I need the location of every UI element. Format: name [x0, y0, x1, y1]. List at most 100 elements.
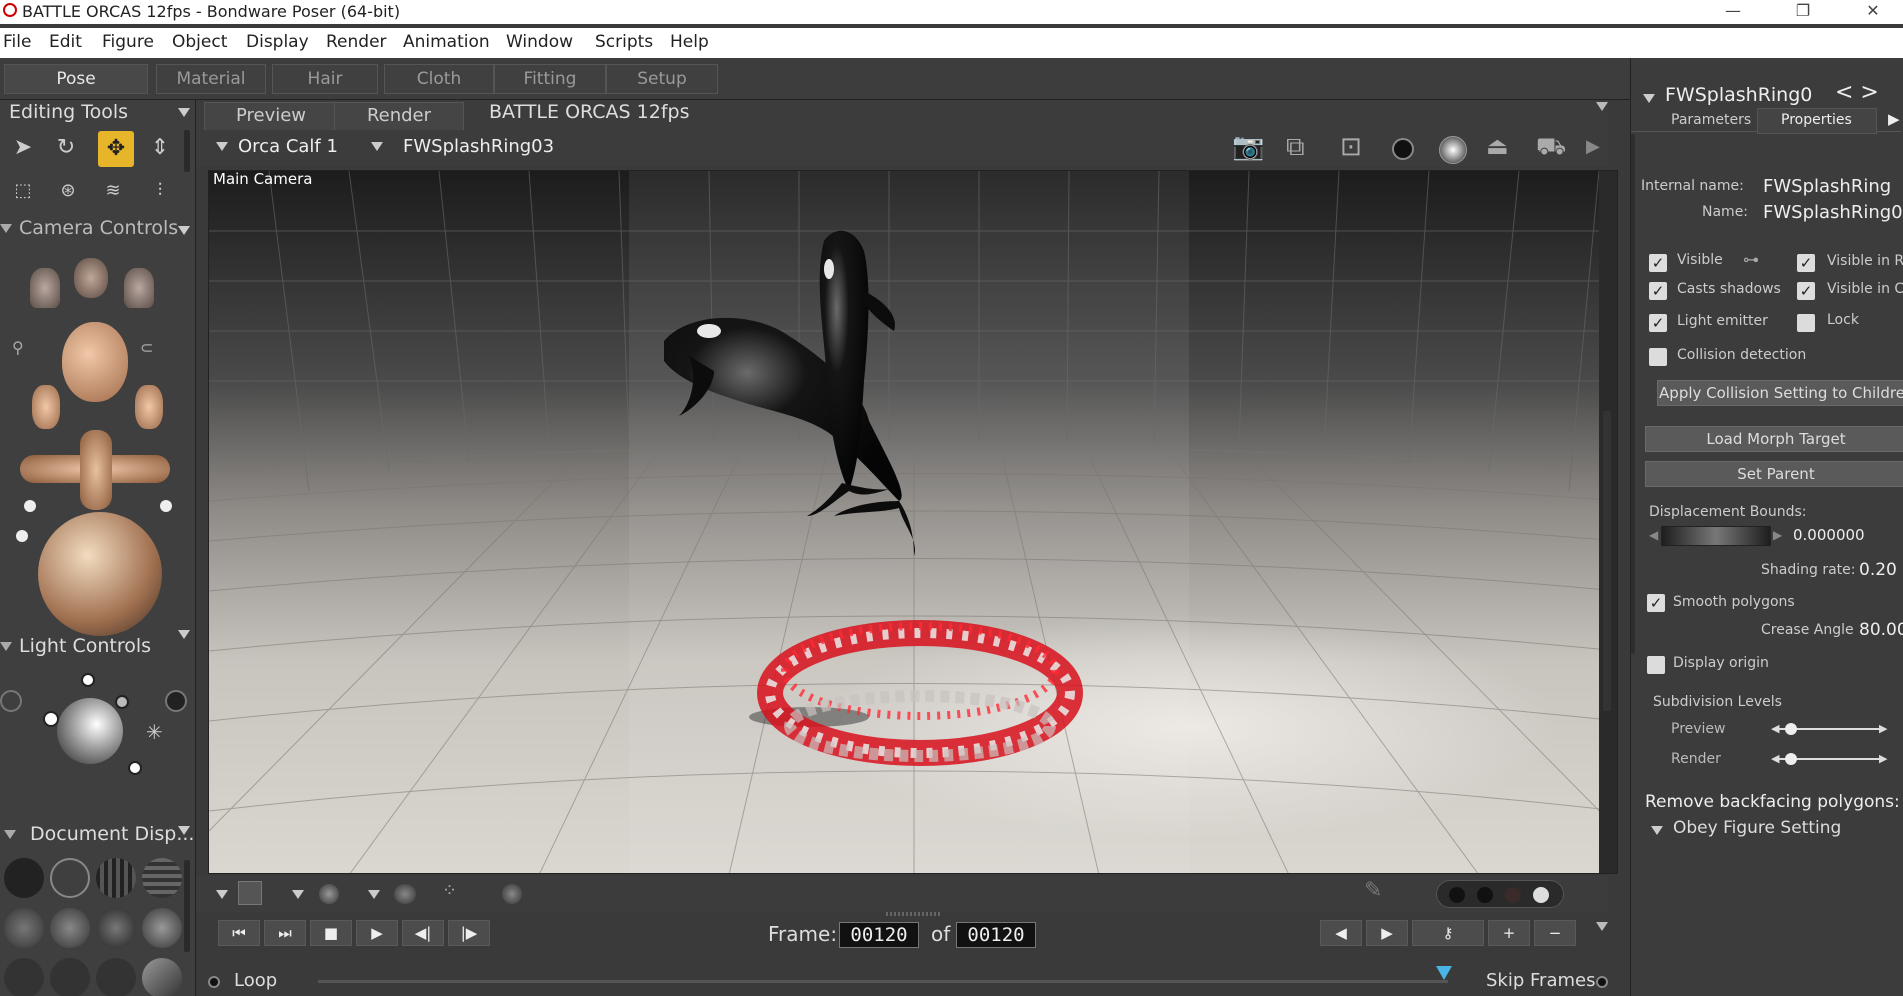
play-button[interactable]: ▶ — [356, 920, 398, 946]
actor-dropdown-icon[interactable] — [371, 142, 383, 151]
crease-angle-value[interactable]: 80.00 — [1859, 620, 1903, 640]
more-cameras-icon[interactable]: ▶ — [1586, 136, 1600, 157]
translate-tool-icon[interactable]: ✥ — [98, 131, 134, 167]
tab-cloth[interactable]: Cloth — [384, 64, 494, 94]
floor-camera-icon[interactable]: ⏏ — [1486, 132, 1509, 160]
step-back-button[interactable]: ◀| — [402, 920, 444, 946]
go-to-end-button[interactable]: ⏭ — [264, 920, 306, 946]
focal-camera-icon[interactable]: ⊂ — [140, 338, 153, 357]
backface-select[interactable]: Obey Figure Setting — [1673, 818, 1841, 838]
figure-dropdown-icon[interactable] — [216, 142, 228, 151]
menu-render[interactable]: Render — [326, 32, 387, 52]
key-icon[interactable]: ⊶ — [1743, 250, 1759, 269]
dial-right-icon[interactable]: ▶ — [1773, 528, 1782, 542]
restore-button[interactable]: ❐ — [1780, 0, 1826, 24]
viewport-scrollbar[interactable] — [1599, 171, 1617, 873]
menu-edit[interactable]: Edit — [49, 32, 82, 52]
camera-trackball-icon[interactable] — [38, 512, 162, 636]
zoom-camera-icon[interactable]: ⚲ — [12, 338, 24, 357]
scale-tool-icon[interactable]: ⬚ — [8, 176, 38, 206]
load-morph-target-button[interactable]: Load Morph Target — [1645, 426, 1903, 452]
light-handle-icon[interactable] — [115, 695, 129, 709]
left-hand-camera-icon[interactable] — [30, 268, 60, 308]
displacement-dial[interactable] — [1661, 526, 1771, 546]
wireframe-style-icon[interactable] — [96, 858, 136, 898]
properties-scrollbar[interactable] — [1631, 134, 1635, 654]
tab-properties[interactable]: Properties — [1781, 112, 1852, 128]
shadow-icon[interactable] — [394, 884, 416, 904]
lit-wireframe-style-icon[interactable] — [4, 908, 44, 948]
bullseye-camera-icon[interactable] — [1439, 136, 1467, 164]
menu-help[interactable]: Help — [670, 32, 709, 52]
right-hand-camera-icon[interactable] — [124, 268, 154, 308]
document-menu-icon[interactable] — [178, 826, 190, 835]
tab-fitting[interactable]: Fitting — [494, 64, 606, 94]
multi-view-icon[interactable]: ⁘ — [442, 880, 457, 901]
animation-menu-icon[interactable] — [1596, 922, 1608, 931]
panel-menu-icon[interactable] — [178, 108, 190, 117]
subdivision-preview-slider[interactable]: ◀ ▶ — [1771, 722, 1887, 735]
visible-in-camera-checkbox[interactable]: ✓ — [1797, 282, 1815, 300]
light-handle-icon[interactable] — [81, 673, 95, 687]
subdivision-render-slider[interactable]: ◀ ▶ — [1771, 752, 1887, 765]
casts-shadows-checkbox[interactable]: ✓ — [1649, 282, 1667, 300]
tab-hair[interactable]: Hair — [272, 64, 378, 94]
outline-style-icon[interactable] — [50, 858, 90, 898]
light-handle-icon[interactable] — [43, 711, 59, 727]
current-frame-field[interactable]: 00120 — [839, 922, 919, 948]
menu-object[interactable]: Object — [172, 32, 227, 52]
texture-shaded-style-icon[interactable] — [4, 958, 44, 996]
taper-tool-icon[interactable]: ≋ — [98, 176, 128, 206]
backface-dropdown-icon[interactable] — [1651, 826, 1663, 835]
timeline-slider[interactable] — [318, 980, 1448, 983]
go-to-start-button[interactable]: ⏮ — [218, 920, 260, 946]
select-tool-icon[interactable]: ➤ — [8, 133, 38, 163]
lock-checkbox[interactable] — [1797, 314, 1815, 332]
prev-next-actor-icon[interactable]: < > — [1835, 80, 1879, 105]
viewport-3d[interactable]: Main Camera — [208, 170, 1618, 874]
smooth-polygons-checkbox[interactable]: ✓ — [1647, 594, 1665, 612]
stop-button[interactable]: ■ — [310, 920, 352, 946]
name-field[interactable]: FWSplashRing03 — [1763, 202, 1903, 223]
set-parent-button[interactable]: Set Parent — [1645, 461, 1903, 487]
flat-shaded-style-icon[interactable] — [50, 908, 90, 948]
depth-cue-icon[interactable] — [319, 884, 339, 904]
timeline-playhead[interactable] — [1436, 966, 1452, 980]
menu-display[interactable]: Display — [246, 32, 309, 52]
tools-scrollbar[interactable] — [184, 130, 190, 172]
figure-select[interactable]: Orca Calf 1 — [238, 136, 338, 157]
loop-radio[interactable] — [208, 976, 220, 988]
group-camera-icon[interactable]: ⛟ — [1536, 132, 1566, 163]
silhouette-style-icon[interactable] — [4, 858, 44, 898]
menu-file[interactable]: File — [3, 32, 31, 52]
camera-icon[interactable]: 📷 — [1232, 132, 1264, 162]
document-collapse-icon[interactable] — [4, 830, 16, 839]
camera-dot-icon[interactable] — [24, 500, 36, 512]
document-menu-icon[interactable] — [1596, 102, 1608, 111]
scale-camera-hand-icon[interactable] — [32, 385, 60, 429]
tab-render[interactable]: Render — [334, 102, 464, 130]
minimize-button[interactable]: — — [1710, 0, 1756, 24]
tracking-dropdown-icon[interactable] — [216, 890, 228, 899]
collision-detection-checkbox[interactable] — [1649, 348, 1667, 366]
camera-snap-icon[interactable]: ⧉ — [1286, 132, 1305, 163]
actor-select[interactable]: FWSplashRing03 — [403, 136, 554, 157]
prev-key-button[interactable]: ◀ — [1320, 920, 1362, 946]
toon-style-icon[interactable] — [96, 958, 136, 996]
light-menu-icon[interactable] — [178, 630, 190, 639]
visible-checkbox[interactable]: ✓ — [1649, 254, 1667, 272]
more-tabs-icon[interactable]: ▶ — [1888, 110, 1900, 128]
camera-lock-icon[interactable] — [0, 690, 22, 712]
menu-animation[interactable]: Animation — [403, 32, 490, 52]
light-emitter-checkbox[interactable]: ✓ — [1649, 314, 1667, 332]
hidden-line-style-icon[interactable] — [142, 858, 182, 898]
twist-tool-icon[interactable]: ⊛ — [53, 176, 83, 206]
light-collapse-icon[interactable] — [0, 642, 12, 651]
pen-icon[interactable]: ✎ — [1364, 878, 1382, 903]
dial-left-icon[interactable]: ◀ — [1649, 528, 1658, 542]
displacement-value[interactable]: 0.000000 — [1793, 526, 1865, 544]
light-sphere-icon[interactable] — [57, 698, 123, 764]
light-handle-icon[interactable] — [128, 761, 142, 775]
background-color-picker[interactable] — [1436, 880, 1564, 908]
tab-pose[interactable]: Pose — [4, 64, 148, 94]
